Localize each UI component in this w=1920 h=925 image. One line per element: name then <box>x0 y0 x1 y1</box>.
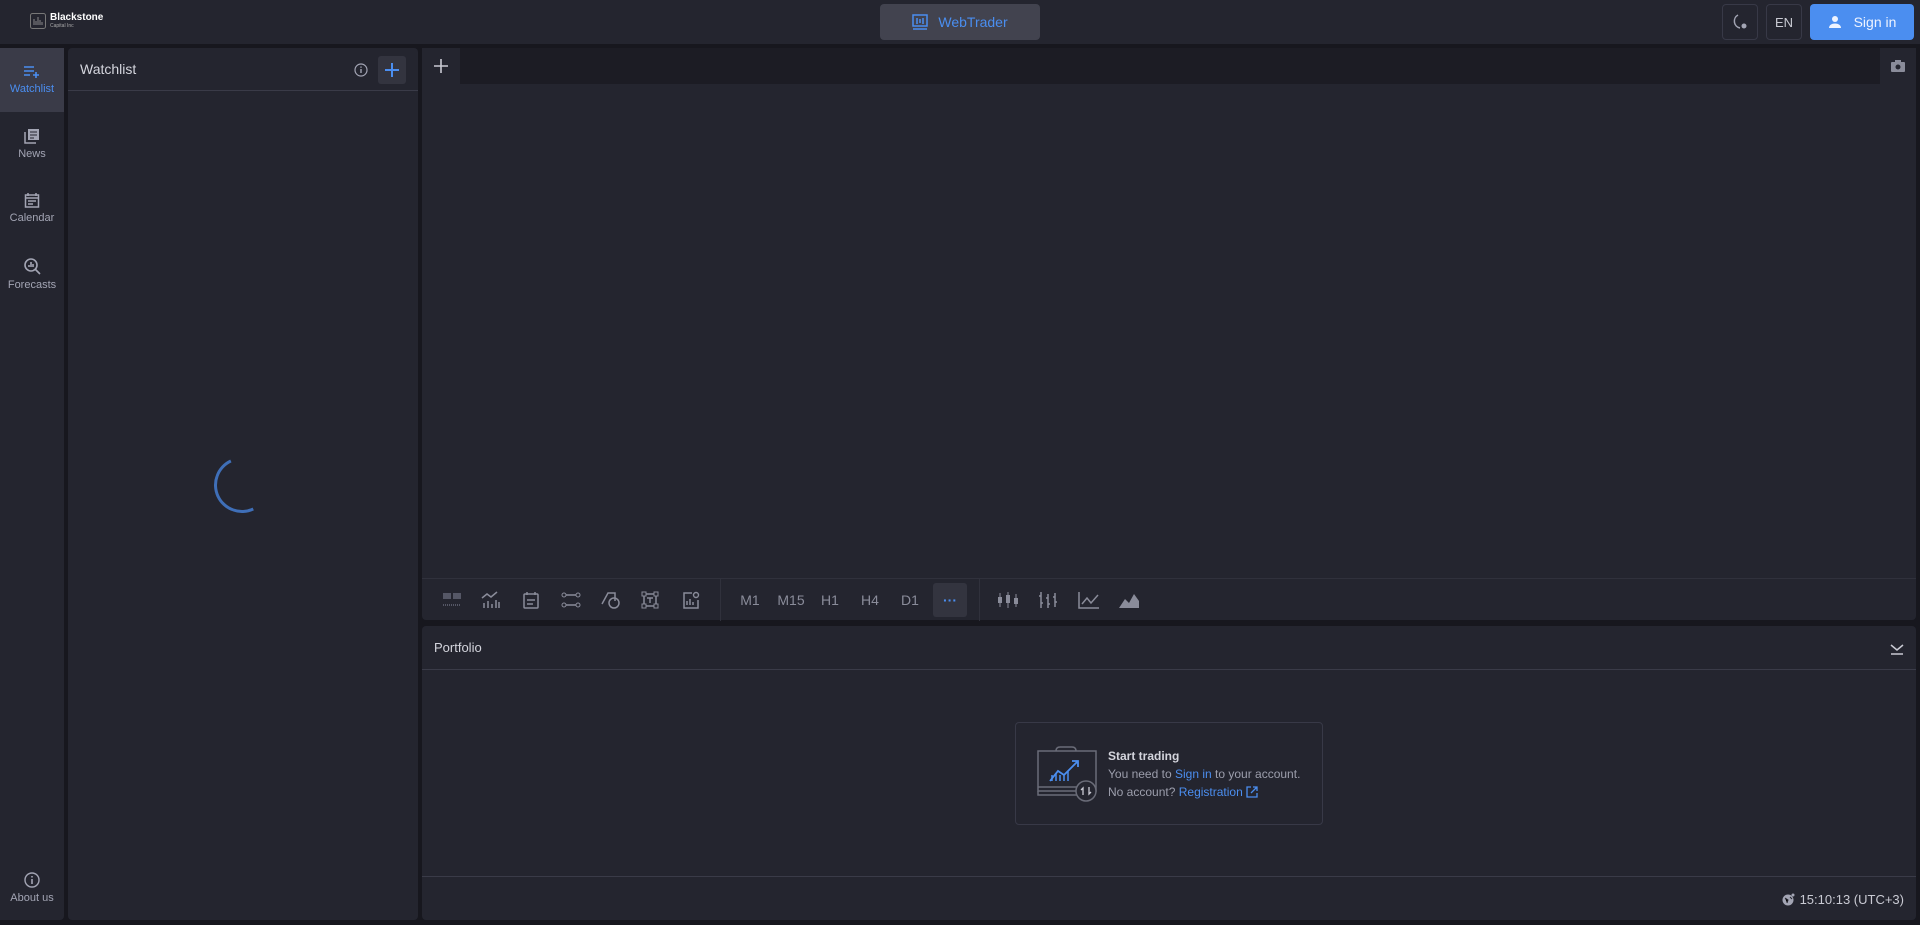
sidebar-item-label: Watchlist <box>9 83 55 95</box>
card-title: Start trading <box>1108 749 1180 763</box>
timeframe-m1[interactable]: M1 <box>735 587 765 613</box>
watchlist-add-icon <box>24 66 39 78</box>
trendline-icon[interactable] <box>557 587 585 613</box>
server-clock: 15:10:13 (UTC+3) <box>1782 892 1904 907</box>
portfolio-panel: Portfolio Start trading You need to Sign… <box>422 626 1916 920</box>
card-text: No account? <box>1108 785 1176 799</box>
calendar-icon <box>24 193 40 208</box>
forecast-icon <box>24 258 41 275</box>
timeframe-h1[interactable]: H1 <box>816 587 844 613</box>
sign-in-label: Sign in <box>1853 14 1897 30</box>
chart-settings-icon[interactable] <box>677 587 705 613</box>
briefcase-chart-icon <box>1037 746 1097 802</box>
language-button[interactable]: EN <box>1766 4 1802 40</box>
loading-spinner <box>206 449 278 521</box>
sidebar-item-watchlist[interactable]: Watchlist <box>0 48 64 112</box>
timeframe-m15[interactable]: M15 <box>774 587 808 613</box>
indicators-icon[interactable] <box>477 587 505 613</box>
external-link-icon <box>1246 786 1258 798</box>
sign-in-link[interactable]: Sign in <box>1175 767 1212 781</box>
area-chart-icon[interactable] <box>1115 587 1143 613</box>
sidebar-item-label: Calendar <box>9 212 55 224</box>
globe-icon <box>1782 893 1795 906</box>
layout-icon[interactable] <box>438 587 466 613</box>
brand-sub: Capital Inc <box>50 23 74 29</box>
theme-toggle-button[interactable] <box>1722 4 1758 40</box>
bar-chart-icon[interactable] <box>1034 587 1062 613</box>
line-chart-icon[interactable] <box>1075 587 1103 613</box>
toolbar-divider <box>720 579 721 621</box>
sidebar-item-news[interactable]: News <box>0 112 64 176</box>
sidebar-item-label: News <box>18 148 46 160</box>
calendar-tool-icon[interactable] <box>517 587 545 613</box>
chart-tabs-bar <box>422 48 1916 84</box>
top-header: Blackstone Capital Inc WebTrader EN Sign … <box>0 0 1920 44</box>
portfolio-title: Portfolio <box>434 640 482 655</box>
info-icon[interactable] <box>354 63 368 77</box>
chart-toolbar: M1 M15 H1 H4 D1 ··· <box>422 578 1916 621</box>
start-trading-card: Start trading You need to Sign in to you… <box>1015 722 1323 825</box>
sidebar-item-label: Forecasts <box>7 279 57 291</box>
logo-icon <box>30 13 46 29</box>
sign-in-button[interactable]: Sign in <box>1810 4 1914 40</box>
sidebar-item-label: About us <box>10 892 54 904</box>
camera-icon <box>1891 60 1905 72</box>
add-chart-tab-button[interactable] <box>422 48 460 84</box>
registration-link[interactable]: Registration <box>1179 785 1243 799</box>
webtrader-label: WebTrader <box>938 14 1008 30</box>
news-icon <box>24 129 39 144</box>
webtrader-button[interactable]: WebTrader <box>880 4 1040 40</box>
watchlist-panel: Watchlist <box>68 48 418 920</box>
shapes-icon[interactable] <box>597 587 625 613</box>
card-text: You need to <box>1108 767 1172 781</box>
chart-area[interactable] <box>422 84 1916 578</box>
portfolio-footer-divider <box>422 876 1916 877</box>
sidebar-item-about[interactable]: About us <box>0 856 64 920</box>
sidebar: Watchlist News Calendar Forecasts About … <box>0 48 64 920</box>
start-trading-text: Start trading You need to Sign in to you… <box>1108 747 1300 801</box>
clock-time: 15:10:13 (UTC+3) <box>1799 892 1904 907</box>
sidebar-item-calendar[interactable]: Calendar <box>0 176 64 240</box>
webtrader-icon <box>912 14 929 30</box>
add-symbol-button[interactable] <box>378 56 406 84</box>
card-text: to your account. <box>1215 767 1301 781</box>
collapse-chevron-icon[interactable] <box>1890 641 1904 655</box>
plus-icon <box>385 63 399 77</box>
timeframe-d1[interactable]: D1 <box>896 587 924 613</box>
portfolio-header: Portfolio <box>422 626 1916 670</box>
text-tool-icon[interactable] <box>636 587 664 613</box>
timeframe-h4[interactable]: H4 <box>856 587 884 613</box>
more-timeframes-button[interactable]: ··· <box>933 583 967 617</box>
moon-icon <box>1733 14 1747 29</box>
plus-icon <box>434 59 448 73</box>
brand-name: Blackstone <box>50 12 104 23</box>
sidebar-item-forecasts[interactable]: Forecasts <box>0 242 64 306</box>
brand-logo[interactable]: Blackstone Capital Inc <box>30 13 103 29</box>
toolbar-divider <box>979 579 980 621</box>
candlestick-chart-icon[interactable] <box>994 587 1022 613</box>
watchlist-title: Watchlist <box>80 61 137 77</box>
info-icon <box>24 872 40 888</box>
user-icon <box>1828 16 1841 28</box>
screenshot-button[interactable] <box>1880 48 1916 84</box>
